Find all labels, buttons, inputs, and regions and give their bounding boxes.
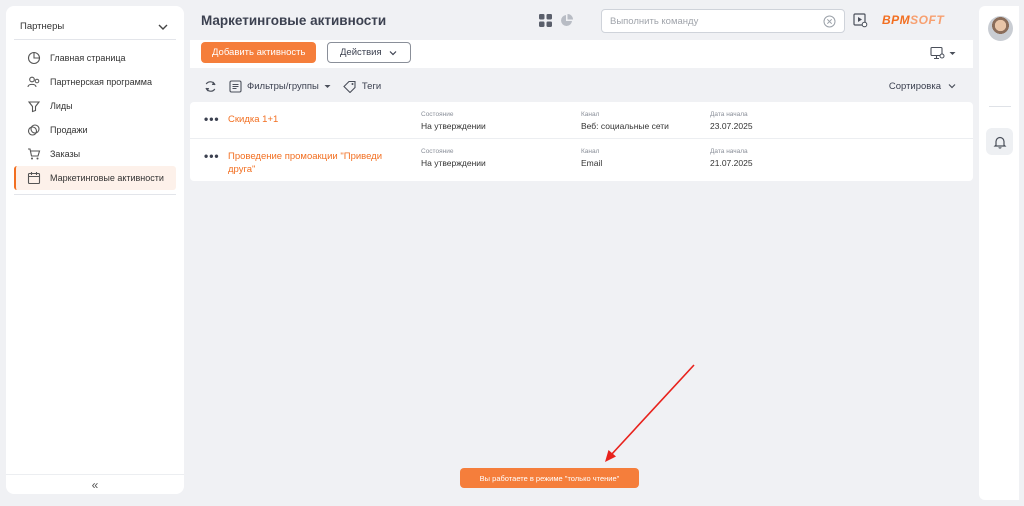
right-panel-divider xyxy=(989,106,1011,107)
row-menu-icon[interactable]: ••• xyxy=(204,112,220,126)
cart-icon xyxy=(26,147,41,162)
tags-button[interactable]: Теги xyxy=(343,80,381,93)
activity-name-link[interactable]: Скидка 1+1 xyxy=(228,113,398,126)
start-date-label: Дата начала xyxy=(710,148,748,155)
coins-icon xyxy=(26,123,41,138)
sidebar-item-home[interactable]: Главная страница xyxy=(14,46,176,70)
channel-value: Веб: социальные сети xyxy=(581,121,669,131)
sidebar-item-label: Маркетинговые активности xyxy=(50,173,164,183)
activities-list: ••• Скидка 1+1 Состояние На утверждении … xyxy=(190,102,973,181)
sidebar-item-label: Лиды xyxy=(50,101,73,111)
filter-bar: Фильтры/группы Теги Сортировка xyxy=(190,75,973,97)
run-process-icon[interactable] xyxy=(853,13,868,28)
state-value: На утверждении xyxy=(421,158,486,168)
sidebar-item-label: Заказы xyxy=(50,149,81,159)
chevron-down-icon xyxy=(948,84,956,89)
brand-logo: BPMSOFT xyxy=(882,13,945,27)
caret-down-icon xyxy=(324,84,331,88)
double-chevron-left-icon: « xyxy=(91,477,99,492)
right-panel xyxy=(979,6,1019,500)
tag-icon xyxy=(343,80,356,93)
view-switcher xyxy=(539,14,573,27)
state-value: На утверждении xyxy=(421,121,486,131)
actions-dropdown-label: Действия xyxy=(340,47,382,58)
chart-view-icon[interactable] xyxy=(560,14,573,27)
channel-label: Канал xyxy=(581,148,600,155)
sidebar-item-sales[interactable]: Продажи xyxy=(14,118,176,142)
filters-groups-button[interactable]: Фильтры/группы xyxy=(229,79,331,93)
handshake-icon xyxy=(26,75,41,90)
start-date-label: Дата начала xyxy=(710,111,748,118)
filter-list-icon xyxy=(229,79,242,93)
sidebar-item-label: Главная страница xyxy=(50,53,126,63)
calendar-icon xyxy=(26,171,41,186)
sidebar-item-leads[interactable]: Лиды xyxy=(14,94,176,118)
channel-value: Email xyxy=(581,158,603,168)
refresh-icon[interactable] xyxy=(204,80,217,93)
avatar[interactable] xyxy=(988,16,1013,41)
start-date-cell: Дата начала 23.07.2025 xyxy=(710,111,753,131)
state-label: Состояние xyxy=(421,111,454,118)
list-item[interactable]: ••• Проведение промоакции "Приведи друга… xyxy=(190,139,973,181)
notifications-button[interactable] xyxy=(986,128,1013,155)
funnel-icon xyxy=(26,99,41,114)
tags-label: Теги xyxy=(361,80,382,92)
action-bar: Добавить активность Действия xyxy=(190,40,973,68)
start-date-value: 21.07.2025 xyxy=(710,158,753,168)
sidebar-nav: Главная страница Партнерская программа Л… xyxy=(6,46,184,190)
actions-dropdown-button[interactable]: Действия xyxy=(327,42,411,63)
bell-icon xyxy=(993,136,1006,149)
sidebar-section-title: Партнеры xyxy=(20,21,65,32)
sidebar-divider xyxy=(14,194,176,195)
start-date-cell: Дата начала 21.07.2025 xyxy=(710,148,753,168)
sidebar: Партнеры Главная страница Партнерская пр… xyxy=(6,6,184,494)
activity-name-link[interactable]: Проведение промоакции "Приведи друга" xyxy=(228,150,398,176)
channel-cell: Канал Email xyxy=(581,148,602,168)
sort-button[interactable]: Сортировка xyxy=(889,81,957,92)
list-item[interactable]: ••• Скидка 1+1 Состояние На утверждении … xyxy=(190,102,973,139)
sidebar-item-partner-program[interactable]: Партнерская программа xyxy=(14,70,176,94)
command-input-placeholder: Выполнить команду xyxy=(610,15,699,27)
sidebar-section-header[interactable]: Партнеры xyxy=(14,14,176,40)
state-label: Состояние xyxy=(421,148,454,155)
state-cell: Состояние На утверждении xyxy=(421,111,486,131)
sidebar-item-label: Продажи xyxy=(50,125,88,135)
chevron-down-icon xyxy=(389,50,397,55)
sidebar-item-label: Партнерская программа xyxy=(50,77,152,87)
read-only-toast: Вы работаете в режиме "только чтение" xyxy=(460,468,639,488)
command-input[interactable]: Выполнить команду xyxy=(601,9,845,33)
view-settings-button[interactable] xyxy=(930,46,956,60)
page-title: Маркетинговые активности xyxy=(201,13,387,28)
sidebar-item-marketing-activities[interactable]: Маркетинговые активности xyxy=(14,166,176,190)
caret-down-icon xyxy=(949,51,956,55)
grid-view-icon[interactable] xyxy=(539,14,552,27)
start-date-value: 23.07.2025 xyxy=(710,121,753,131)
channel-cell: Канал Веб: социальные сети xyxy=(581,111,669,131)
sort-label: Сортировка xyxy=(888,80,941,92)
state-cell: Состояние На утверждении xyxy=(421,148,486,168)
sidebar-collapse-button[interactable]: « xyxy=(6,474,184,494)
channel-label: Канал xyxy=(581,111,600,118)
clear-icon[interactable] xyxy=(823,15,836,28)
monitor-settings-icon xyxy=(930,46,945,60)
pie-chart-icon xyxy=(26,51,41,66)
sidebar-item-orders[interactable]: Заказы xyxy=(14,142,176,166)
chevron-down-icon[interactable] xyxy=(156,20,170,34)
filters-groups-label: Фильтры/группы xyxy=(247,80,319,92)
add-activity-button[interactable]: Добавить активность xyxy=(201,42,317,63)
row-menu-icon[interactable]: ••• xyxy=(204,149,220,163)
